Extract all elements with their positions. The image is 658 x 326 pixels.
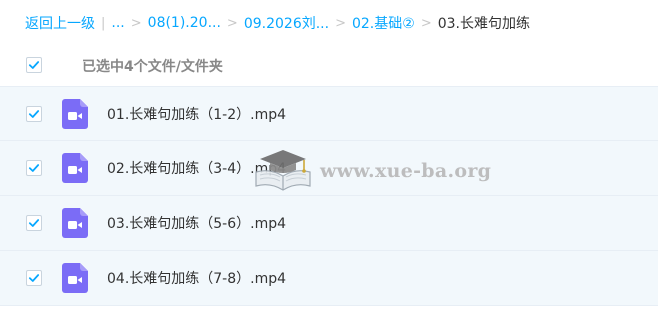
breadcrumb-item-3[interactable]: 02.基础② [352,13,415,33]
breadcrumb-item-1[interactable]: 08(1).20... [148,15,221,31]
checkmark-icon [28,219,40,227]
file-row[interactable]: 04.长难句加练（7-8）.mp4 [0,251,658,306]
breadcrumb-ellipsis[interactable]: ... [111,15,124,31]
file-list: 01.长难句加练（1-2）.mp4 02.长难句加练（3-4）.mp4 03.长… [0,86,658,306]
breadcrumb-divider: | [101,15,106,31]
file-checkbox[interactable] [26,160,42,176]
video-file-icon [62,208,88,238]
video-file-icon [62,99,88,129]
selection-count-label: 已选中4个文件/文件夹 [82,59,223,75]
file-checkbox[interactable] [26,106,42,122]
breadcrumb-separator: > [130,15,142,31]
file-row[interactable]: 03.长难句加练（5-6）.mp4 [0,196,658,251]
file-browser-page: 返回上一级 | ... > 08(1).20... > 09.2026刘... … [0,0,658,326]
breadcrumb-separator: > [335,15,346,31]
video-file-icon [62,263,88,293]
file-checkbox[interactable] [26,215,42,231]
file-name[interactable]: 01.长难句加练（1-2）.mp4 [107,104,286,124]
watermark: www.xue-ba.org [252,146,491,196]
watermark-text: www.xue-ba.org [320,160,492,182]
back-link[interactable]: 返回上一级 [25,13,95,33]
file-row[interactable]: 01.长难句加练（1-2）.mp4 [0,86,658,141]
breadcrumb-separator: > [420,15,432,31]
checkmark-icon [28,274,40,282]
checkmark-icon [28,164,40,172]
checkmark-icon [28,61,40,69]
file-name[interactable]: 03.长难句加练（5-6）.mp4 [107,213,286,233]
selection-header: 已选中4个文件/文件夹 [0,50,658,82]
checkmark-icon [28,110,40,118]
graduation-cap-book-icon [252,146,314,192]
video-file-icon [62,153,88,183]
file-checkbox[interactable] [26,270,42,286]
breadcrumb-item-2[interactable]: 09.2026刘... [244,13,329,33]
breadcrumb-separator: > [226,15,238,31]
file-name[interactable]: 04.长难句加练（7-8）.mp4 [107,268,286,288]
breadcrumb-current: 03.长难句加练 [437,16,530,32]
select-all-checkbox[interactable] [26,57,42,73]
breadcrumb: 返回上一级 | ... > 08(1).20... > 09.2026刘... … [25,13,530,33]
